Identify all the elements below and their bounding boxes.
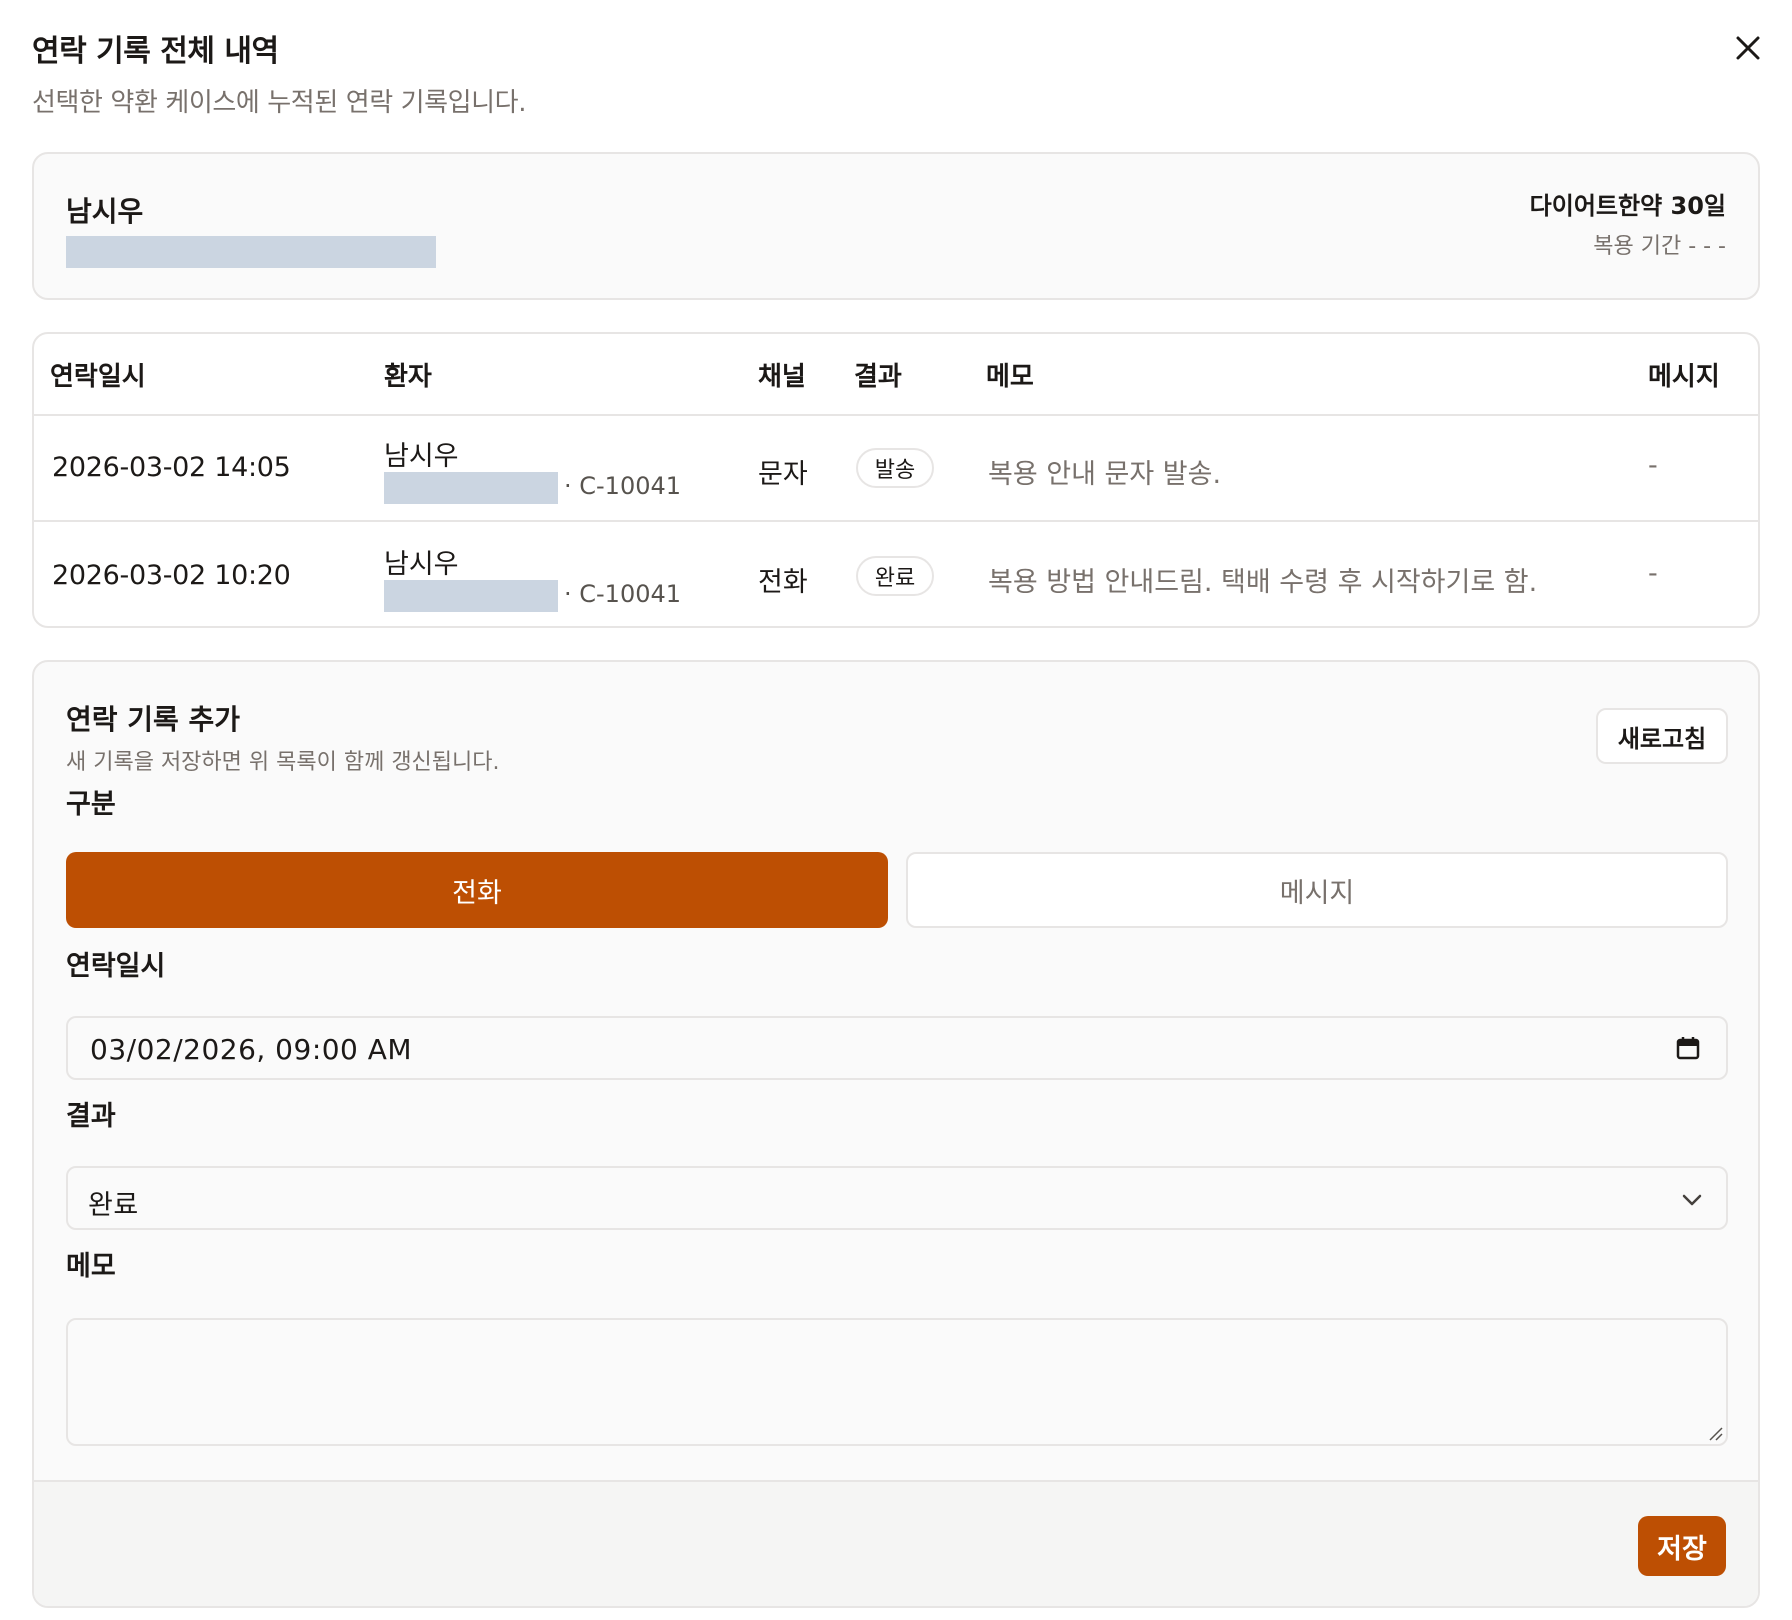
row-channel: 전화 <box>758 567 808 598</box>
table-header: 연락일시 환자 채널 결과 메모 메시지 <box>34 334 1758 416</box>
panel-footer: 저장 <box>34 1480 1758 1606</box>
resize-handle-icon[interactable] <box>1706 1424 1724 1442</box>
type-option-message[interactable]: 메시지 <box>906 852 1728 928</box>
header-message: 메시지 <box>1648 362 1720 392</box>
redacted-info <box>384 472 558 504</box>
datetime-value: 03/02/2026, 09:00 AM <box>90 1033 413 1066</box>
header-datetime: 연락일시 <box>50 362 146 392</box>
dosage-period: 복용 기간 - - - <box>1593 234 1726 259</box>
header-memo: 메모 <box>986 362 1034 392</box>
result-badge: 발송 <box>856 448 934 488</box>
row-patient-name: 남시우 <box>384 549 459 580</box>
save-button[interactable]: 저장 <box>1638 1516 1726 1576</box>
table-row: 2026-03-02 10:20 남시우 · C-10041 전화 완료 복용 … <box>34 524 1758 626</box>
memo-textarea[interactable] <box>66 1318 1728 1446</box>
datetime-label: 연락일시 <box>66 951 166 982</box>
result-label: 결과 <box>66 1101 116 1132</box>
refresh-button[interactable]: 새로고침 <box>1596 708 1728 764</box>
row-message: - <box>1648 450 1658 481</box>
type-label: 구분 <box>66 789 116 820</box>
close-button[interactable] <box>1726 26 1770 70</box>
case-summary-card: 남시우 다이어트한약 30일 복용 기간 - - - <box>32 152 1760 300</box>
redacted-info <box>384 580 558 612</box>
calendar-icon[interactable] <box>1674 1034 1702 1062</box>
add-record-description: 새 기록을 저장하면 위 목록이 함께 갱신됩니다. <box>66 750 500 775</box>
row-memo: 복용 안내 문자 발송. <box>988 459 1222 490</box>
close-icon <box>1736 36 1760 60</box>
table-row: 2026-03-02 14:05 남시우 · C-10041 문자 발송 복용 … <box>34 416 1758 522</box>
dialog-description: 선택한 약환 케이스에 누적된 연락 기록입니다. <box>32 88 527 118</box>
row-patient-id: · C-10041 <box>564 580 682 608</box>
header-result: 결과 <box>854 362 902 392</box>
row-patient-name: 남시우 <box>384 441 459 472</box>
dialog-title: 연락 기록 전체 내역 <box>32 34 279 69</box>
result-select[interactable]: 완료 <box>66 1166 1728 1230</box>
header-patient: 환자 <box>384 362 432 392</box>
add-record-title: 연락 기록 추가 <box>66 703 241 736</box>
chevron-down-icon <box>1682 1194 1702 1206</box>
product-name: 다이어트한약 30일 <box>1529 192 1726 220</box>
redacted-info <box>66 236 436 268</box>
contact-history-table: 연락일시 환자 채널 결과 메모 메시지 2026-03-02 14:05 남시… <box>32 332 1760 628</box>
header-channel: 채널 <box>758 362 806 392</box>
result-select-value: 완료 <box>88 1190 139 1221</box>
result-badge: 완료 <box>856 556 934 596</box>
row-message: - <box>1648 558 1658 589</box>
patient-name: 남시우 <box>66 195 144 228</box>
type-option-phone[interactable]: 전화 <box>66 852 888 928</box>
add-record-panel: 연락 기록 추가 새 기록을 저장하면 위 목록이 함께 갱신됩니다. 새로고침… <box>32 660 1760 1608</box>
datetime-input[interactable]: 03/02/2026, 09:00 AM <box>66 1016 1728 1080</box>
row-datetime: 2026-03-02 14:05 <box>52 452 291 483</box>
memo-label: 메모 <box>66 1251 116 1282</box>
row-datetime: 2026-03-02 10:20 <box>52 560 291 591</box>
row-channel: 문자 <box>758 459 808 490</box>
row-memo: 복용 방법 안내드림. 택배 수령 후 시작하기로 함. <box>988 567 1538 598</box>
contact-history-dialog: 연락 기록 전체 내역 선택한 약환 케이스에 누적된 연락 기록입니다. 남시… <box>0 0 1792 1620</box>
row-patient-id: · C-10041 <box>564 472 682 500</box>
